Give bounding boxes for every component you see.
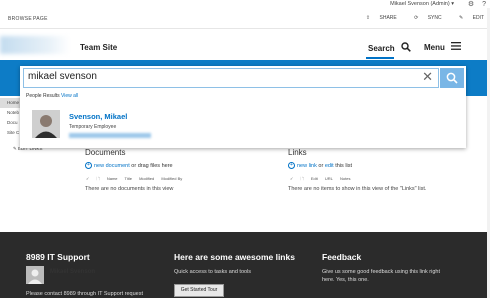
check-icon[interactable]: ✓ <box>290 176 293 181</box>
column-name[interactable]: Name <box>107 176 118 181</box>
support-avatar <box>26 266 44 284</box>
column-modified[interactable]: Modified <box>139 176 154 181</box>
support-name: Mikael Svenson <box>50 269 96 275</box>
feedback-title: Feedback <box>322 252 362 262</box>
links-or-text: or <box>316 162 325 169</box>
support-text: Please contact 8989 through IT Support r… <box>26 291 144 297</box>
column-url[interactable]: URL <box>325 176 333 181</box>
ribbon: BROWSE PAGE ⇪ SHARE ⟳ SYNC ✎ EDIT <box>0 8 490 29</box>
suite-bar: Mikael Svenson (Admin) ▾ ⚙ ? <box>0 0 490 8</box>
tab-browse[interactable]: BROWSE <box>8 16 32 22</box>
new-document-link[interactable]: new document <box>94 163 130 169</box>
links-title[interactable]: Links <box>288 148 307 157</box>
person-name-link[interactable]: Svenson, Mikael <box>69 112 127 121</box>
links-empty: There are no items to show in this view … <box>288 186 427 192</box>
hamburger-icon <box>451 42 462 50</box>
feedback-text-2[interactable]: here. Yes, this one. <box>322 276 369 284</box>
documents-empty: There are no documents in this view <box>85 186 174 192</box>
site-logo[interactable] <box>0 36 70 54</box>
search-icon <box>446 72 458 84</box>
column-title[interactable]: Title <box>125 176 132 181</box>
person-email-link[interactable] <box>69 133 151 138</box>
pencil-icon: ✎ <box>459 15 464 21</box>
new-link-link[interactable]: new link <box>297 163 317 169</box>
plus-icon: + <box>85 162 92 169</box>
search-query[interactable]: mikael svenson <box>28 71 97 82</box>
people-results-header: People Results View all <box>26 93 78 99</box>
plus-icon: + <box>288 162 295 169</box>
nav-menu-button[interactable]: Menu <box>424 42 462 52</box>
help-icon[interactable]: ? <box>482 1 486 8</box>
person-icon <box>28 269 42 284</box>
leftnav-item-documents[interactable]: Docu <box>0 118 22 128</box>
search-input[interactable]: mikael svenson ✕ <box>23 68 439 88</box>
drag-files-text: or drag files here <box>129 162 173 169</box>
file-icon: 🗋 <box>96 176 100 181</box>
nav-search-underline <box>366 57 394 59</box>
share-button[interactable]: ⇪ SHARE <box>358 15 397 21</box>
links-columns: ✓ 🗋 Edit URL Notes <box>290 176 356 183</box>
user-menu[interactable]: Mikael Svenson (Admin) ▾ <box>390 1 454 7</box>
feedback-text-1[interactable]: Give us some good feedback using this li… <box>322 268 440 276</box>
leftnav-item-notebook[interactable]: Noteb <box>0 108 22 118</box>
documents-columns: ✓ 🗋 Name Title Modified Modified By <box>86 176 188 183</box>
leftnav-item-home[interactable]: Home <box>0 98 22 108</box>
person-photo-icon <box>32 110 60 138</box>
this-list-text: this list <box>333 162 353 169</box>
tab-page[interactable]: PAGE <box>33 16 48 22</box>
person-title: Temporary Employee <box>69 124 117 130</box>
column-modified-by[interactable]: Modified By <box>161 176 182 181</box>
view-all-link[interactable]: View all <box>61 93 78 99</box>
support-title: 8989 IT Support <box>26 252 90 262</box>
check-icon[interactable]: ✓ <box>86 176 89 181</box>
links-new: + new link or edit this list <box>288 162 352 169</box>
column-notes[interactable]: Notes <box>340 176 350 181</box>
edit-button[interactable]: ✎ EDIT <box>451 15 484 21</box>
column-edit[interactable]: Edit <box>311 176 318 181</box>
sync-label: SYNC <box>427 15 442 21</box>
share-label: SHARE <box>379 15 397 21</box>
site-title[interactable]: Team Site <box>80 43 117 52</box>
avatar[interactable] <box>32 110 60 138</box>
gear-icon[interactable]: ⚙ <box>468 1 474 8</box>
search-icon <box>401 42 411 52</box>
nav-search-label: Search <box>368 44 395 53</box>
links-footer-title: Here are some awesome links <box>174 252 295 262</box>
sync-icon: ⟳ <box>414 15 419 21</box>
search-submit-button[interactable] <box>440 68 464 88</box>
edit-label: EDIT <box>472 15 484 21</box>
nav-menu-label: Menu <box>424 43 445 52</box>
edit-list-link[interactable]: edit <box>325 163 334 169</box>
footer <box>0 232 490 298</box>
sync-button[interactable]: ⟳ SYNC <box>406 15 442 21</box>
leftnav-item-site-contents[interactable]: Site C <box>0 128 22 138</box>
people-results-label: People Results <box>26 93 60 99</box>
documents-new: + new document or drag files here <box>85 162 173 169</box>
get-started-tour-button[interactable]: Get Started Tour <box>174 284 224 297</box>
nav-search-button[interactable]: Search <box>368 42 411 53</box>
file-icon: 🗋 <box>300 176 304 181</box>
pencil-icon: ✎ <box>13 146 17 151</box>
close-icon[interactable]: ✕ <box>422 69 433 85</box>
links-footer-text: Quick access to tasks and tools <box>174 269 252 275</box>
left-navigation: Home Noteb Docu Site C <box>0 98 22 138</box>
share-icon: ⇪ <box>365 15 371 21</box>
documents-title[interactable]: Documents <box>85 148 125 157</box>
